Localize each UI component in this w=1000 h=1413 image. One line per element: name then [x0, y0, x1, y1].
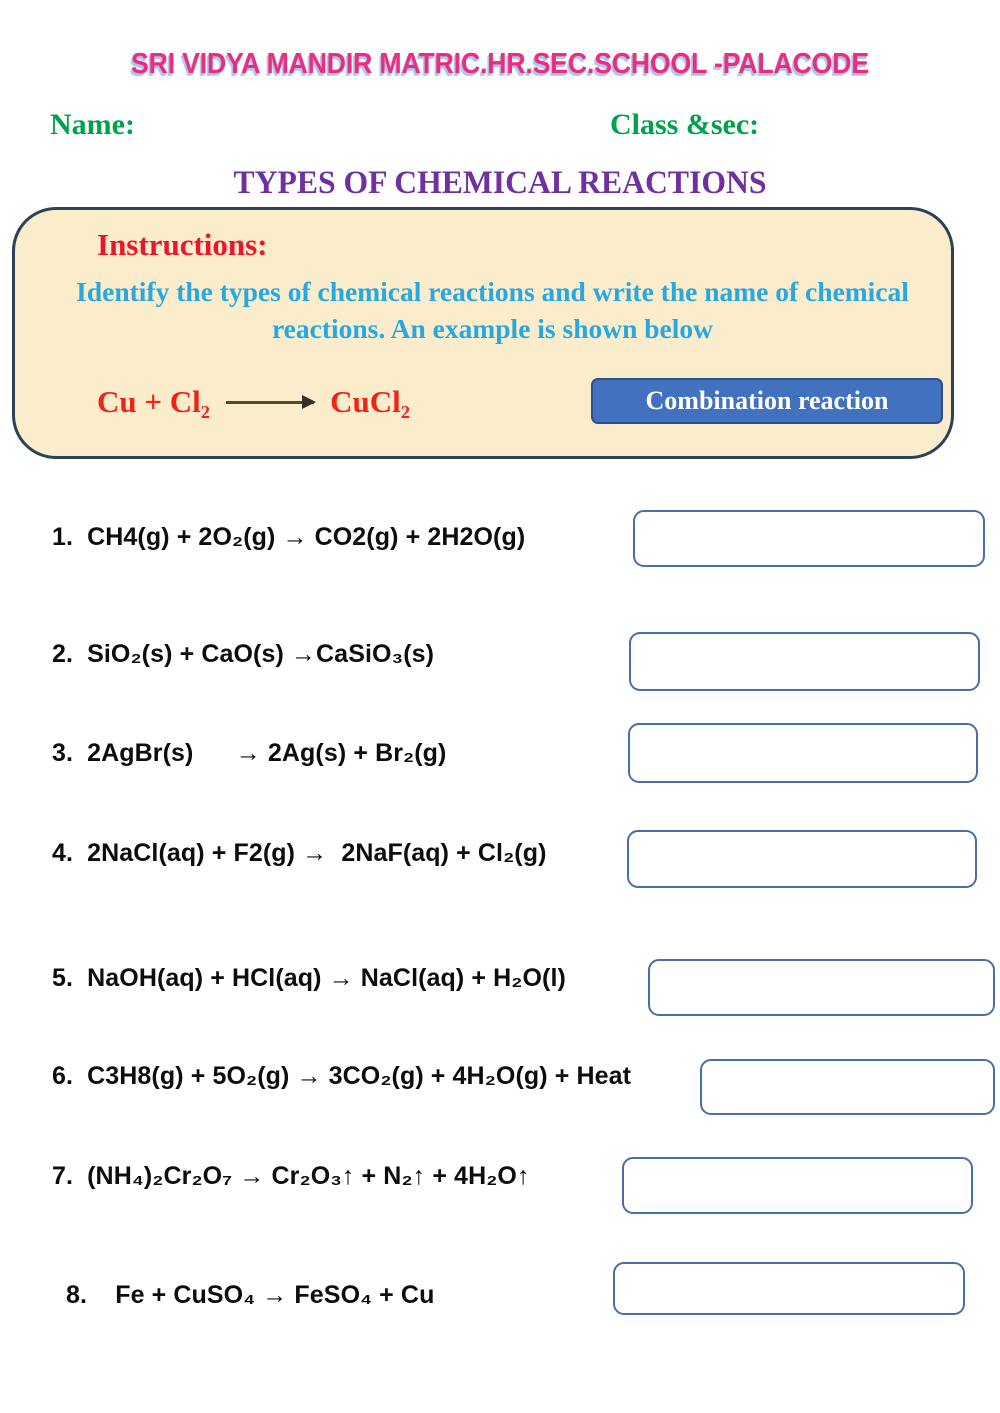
question-4-equation: 4. 2NaCl(aq) + F2(g) → 2NaF(aq) + Cl₂(g)	[52, 839, 547, 868]
question-4-text: 2NaCl(aq) + F2(g) → 2NaF(aq) + Cl₂(g)	[87, 839, 547, 867]
instructions-body-text: Identify the types of chemical reactions…	[76, 276, 909, 344]
example-answer-badge: Combination reaction	[591, 378, 943, 424]
class-and-section-label: Class &sec:	[610, 108, 760, 141]
student-info-row: Name: Class &sec:	[0, 108, 1000, 148]
question-6-text: C3H8(g) + 5O₂(g) → 3CO₂(g) + 4H₂O(g) + H…	[87, 1062, 632, 1090]
school-name-title: SRI VIDYA MANDIR MATRIC.HR.SEC.SCHOOL -P…	[131, 48, 869, 80]
arrow-right-icon	[226, 394, 317, 409]
name-label: Name:	[50, 108, 135, 141]
question-7-text: (NH₄)₂Cr₂O₇ → Cr₂O₃↑ + N₂↑ + 4H₂O↑	[87, 1162, 530, 1190]
question-2-equation: 2. SiO₂(s) + CaO(s) →CaSiO₃(s)	[52, 640, 434, 669]
question-5-text: NaOH(aq) + HCl(aq) → NaCl(aq) + H₂O(l)	[87, 964, 566, 992]
instructions-heading: Instructions:	[97, 227, 268, 262]
question-2-number: 2.	[52, 640, 74, 668]
question-3-text: 2AgBr(s) → 2Ag(s) + Br₂(g)	[87, 739, 447, 767]
question-8-number: 8.	[66, 1281, 88, 1309]
answer-input-2[interactable]	[629, 632, 980, 691]
question-7-equation: 7. (NH₄)₂Cr₂O₇ → Cr₂O₃↑ + N₂↑ + 4H₂O↑	[52, 1162, 530, 1191]
question-8-text: Fe + CuSO₄ → FeSO₄ + Cu	[101, 1281, 435, 1309]
question-3-number: 3.	[52, 739, 74, 767]
question-2-text: SiO₂(s) + CaO(s) →CaSiO₃(s)	[87, 640, 435, 668]
answer-input-4[interactable]	[627, 830, 977, 888]
question-1-equation: 1. CH4(g) + 2O₂(g) → CO2(g) + 2H2O(g)	[52, 523, 525, 552]
answer-input-1[interactable]	[633, 510, 985, 567]
question-6-equation: 6. C3H8(g) + 5O₂(g) → 3CO₂(g) + 4H₂O(g) …	[52, 1062, 631, 1091]
example-reactants: Cu + Cl₂	[97, 384, 211, 419]
instructions-panel: Instructions: Identify the types of chem…	[12, 207, 954, 459]
worksheet-title: TYPES OF CHEMICAL REACTIONS	[233, 165, 767, 201]
question-1-text: CH4(g) + 2O₂(g) → CO2(g) + 2H2O(g)	[87, 523, 526, 551]
answer-input-6[interactable]	[700, 1059, 995, 1115]
question-5-number: 5.	[52, 964, 74, 992]
example-products: CuCl₂	[330, 384, 411, 419]
answer-input-8[interactable]	[613, 1262, 965, 1315]
answer-input-7[interactable]	[622, 1157, 973, 1214]
example-row: Cu + Cl₂ CuCl₂ Combination reaction	[15, 378, 957, 442]
question-8-equation: 8. Fe + CuSO₄ → FeSO₄ + Cu	[66, 1281, 434, 1310]
question-4-number: 4.	[52, 839, 74, 867]
example-equation: Cu + Cl₂ CuCl₂	[97, 384, 410, 420]
question-5-equation: 5. NaOH(aq) + HCl(aq) → NaCl(aq) + H₂O(l…	[52, 964, 566, 993]
question-3-equation: 3. 2AgBr(s) → 2Ag(s) + Br₂(g)	[52, 739, 446, 768]
answer-input-3[interactable]	[628, 723, 978, 783]
question-7-number: 7.	[52, 1162, 74, 1190]
answer-input-5[interactable]	[648, 959, 995, 1016]
question-1-number: 1.	[52, 523, 74, 551]
question-6-number: 6.	[52, 1062, 74, 1090]
